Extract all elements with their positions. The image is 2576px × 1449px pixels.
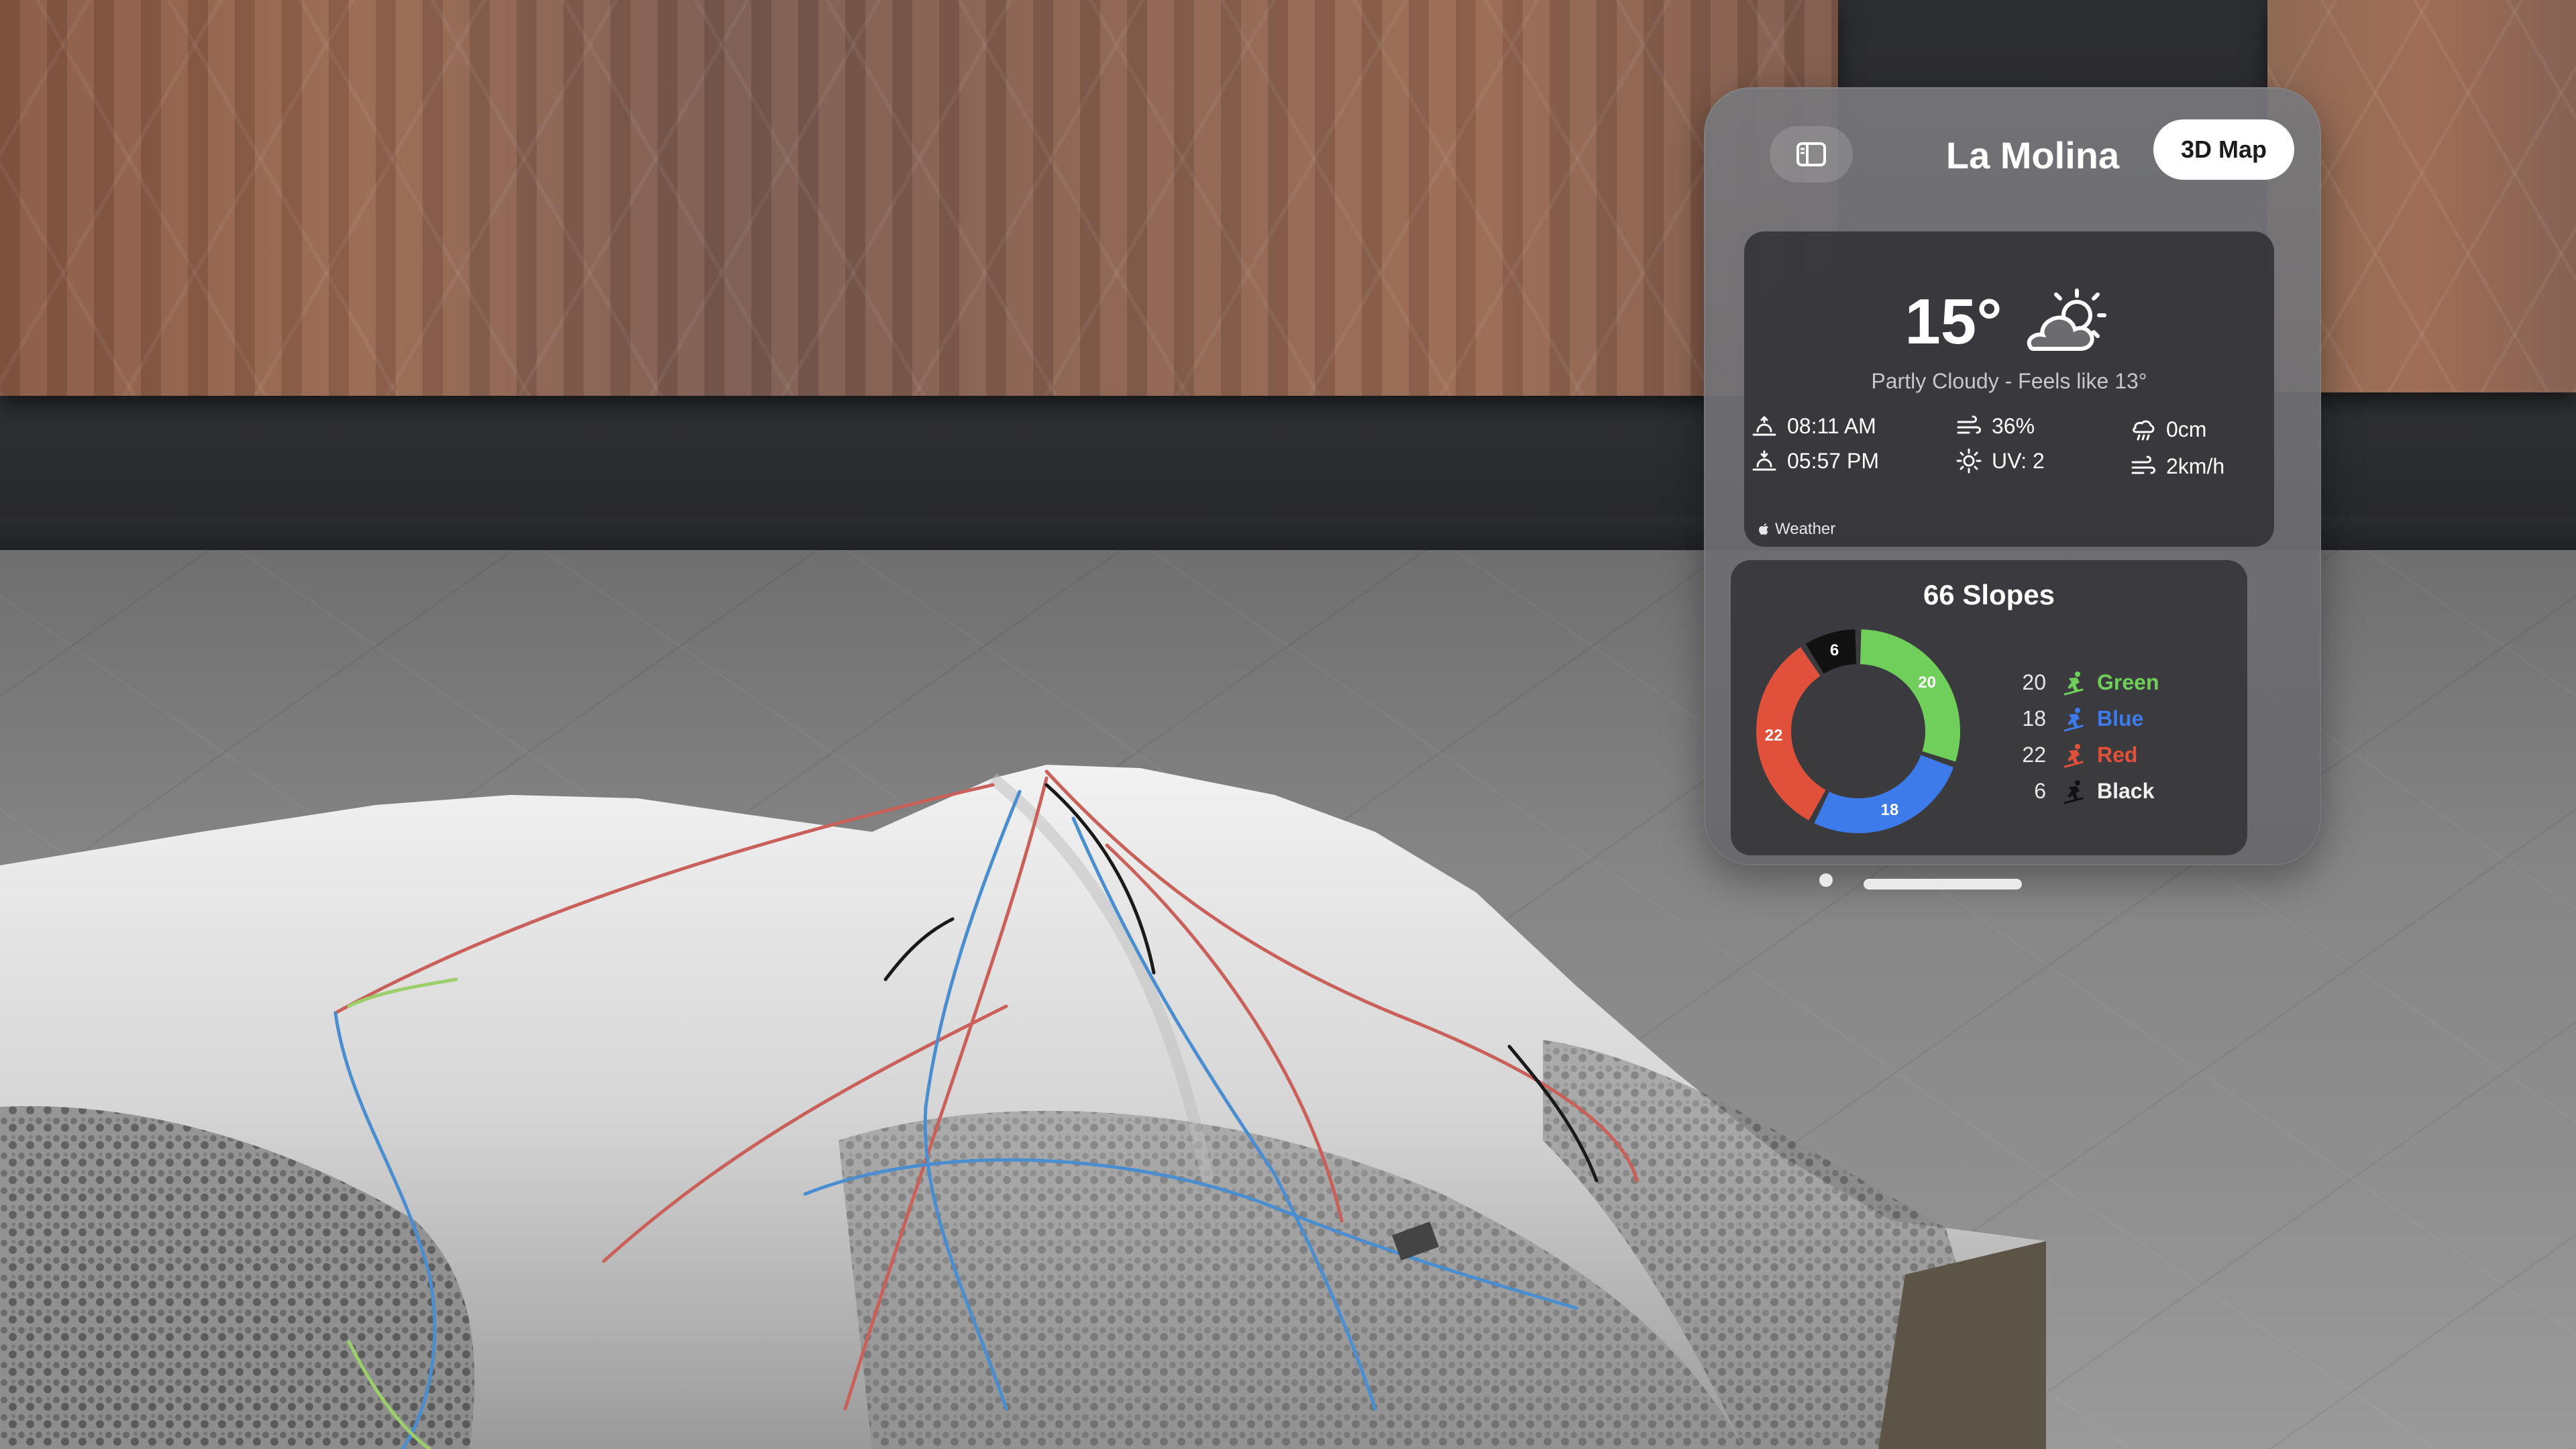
- donut-label-blue: 18: [1880, 801, 1898, 819]
- legend-row-blue: 18 Blue: [2012, 705, 2143, 732]
- wind-value: 2km/h: [2166, 453, 2225, 478]
- sidebar-icon: [1796, 142, 1826, 166]
- legend-row-green: 20 Green: [2012, 669, 2159, 696]
- partly-cloudy-icon: [2027, 288, 2106, 351]
- resort-title: La Molina: [1945, 134, 2120, 176]
- sunset-time: 05:57 PM: [1787, 448, 1879, 473]
- sunrise-icon: [1752, 415, 1776, 436]
- wind-icon: [2131, 455, 2155, 474]
- uv-stat: UV: 2: [1955, 447, 2045, 474]
- sidebar-toggle-button[interactable]: [1770, 126, 1853, 182]
- wind-humidity-icon: [1957, 415, 1981, 434]
- legend-row-red: 22 Red: [2012, 741, 2137, 768]
- weather-card[interactable]: 15° Partly Cloudy - Feels like 13° 08:11…: [1744, 231, 2274, 547]
- sun-icon: [1956, 448, 1982, 474]
- legend-label: Green: [2097, 669, 2159, 694]
- legend-label: Red: [2097, 742, 2138, 767]
- temperature-row: 15°: [1744, 278, 2274, 366]
- humidity-stat: 36%: [1955, 413, 2035, 439]
- slopes-donut-chart: 20 18 22 6: [1756, 629, 1960, 833]
- rain-cloud-icon: [2133, 420, 2155, 441]
- humidity-value: 36%: [1992, 413, 2035, 438]
- legend-count: 20: [2022, 669, 2046, 694]
- sunset-stat: 05:57 PM: [1751, 447, 1879, 474]
- precipitation-stat: 0cm: [2130, 416, 2206, 443]
- legend-count: 22: [2022, 742, 2046, 767]
- 3d-map-button[interactable]: 3D Map: [2153, 119, 2294, 180]
- weather-attribution[interactable]: Weather: [1758, 520, 1835, 539]
- sunrise-time: 08:11 AM: [1787, 413, 1876, 438]
- window-grab-bar[interactable]: [1864, 879, 2022, 890]
- sunrise-stat: 08:11 AM: [1751, 413, 1876, 439]
- donut-slice-green: [1860, 629, 1960, 762]
- legend-count: 18: [2022, 706, 2046, 731]
- skier-icon: [2063, 708, 2084, 732]
- resort-info-window: La Molina 3D Map 15° Partly Cloudy - Fee…: [1704, 87, 2321, 865]
- weather-brand-label: Weather: [1775, 520, 1836, 538]
- skier-icon: [2063, 744, 2084, 768]
- legend-label: Blue: [2097, 706, 2144, 731]
- skier-icon: [2063, 780, 2084, 804]
- temperature: 15°: [1904, 286, 2002, 358]
- slopes-card[interactable]: 66 Slopes 20 18 22 6 20 Green 18 Blue 22 Re…: [1731, 560, 2247, 855]
- legend-label: Black: [2097, 778, 2155, 803]
- legend-count: 6: [2034, 778, 2046, 803]
- donut-slice-blue: [1814, 754, 1954, 833]
- sunset-icon: [1752, 450, 1776, 471]
- apple-logo-icon: [1759, 523, 1768, 535]
- wind-stat: 2km/h: [2130, 453, 2224, 480]
- weather-description: Partly Cloudy - Feels like 13°: [1871, 369, 2147, 393]
- uv-value: UV: 2: [1992, 448, 2045, 473]
- donut-label-green: 20: [1918, 674, 1936, 692]
- window-page-dot[interactable]: [1819, 873, 1833, 887]
- slopes-title: 66 Slopes: [1923, 579, 2055, 610]
- skier-icon: [2063, 672, 2084, 696]
- donut-label-red: 22: [1765, 727, 1783, 745]
- precipitation-value: 0cm: [2166, 417, 2207, 441]
- donut-label-black: 6: [1830, 641, 1839, 659]
- legend-row-black: 6 Black: [2012, 777, 2154, 804]
